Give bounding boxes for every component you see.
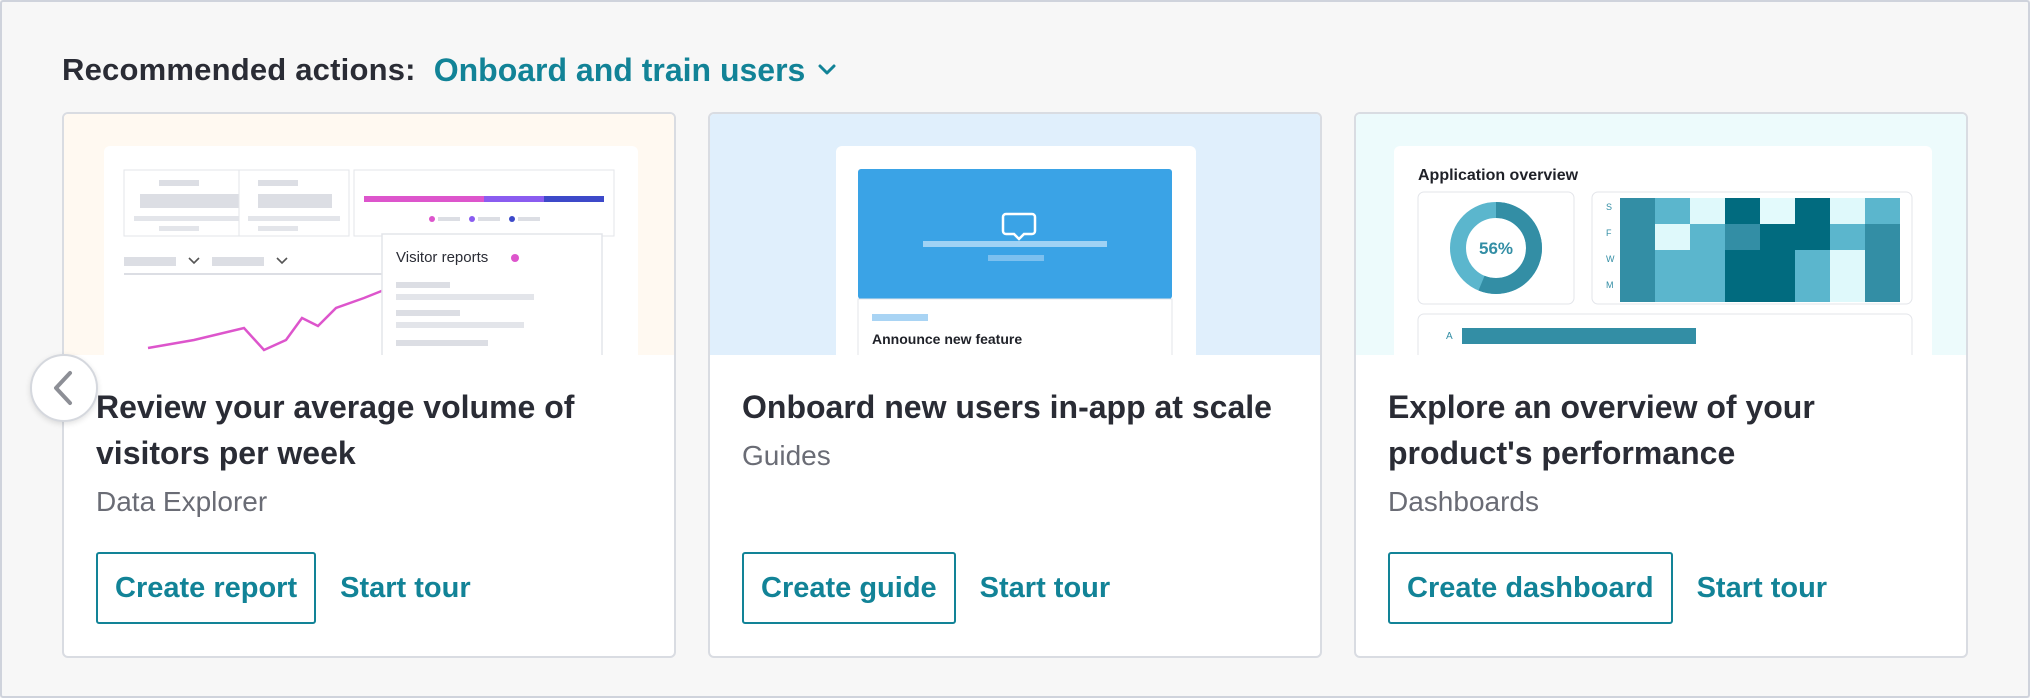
card-title: Onboard new users in-app at scale xyxy=(742,389,1272,425)
category-dropdown-value: Onboard and train users xyxy=(433,51,806,88)
create-dashboard-button[interactable]: Create dashboard xyxy=(1388,552,1673,624)
svg-text:F: F xyxy=(1606,228,1612,238)
heatmap-cell xyxy=(1795,198,1830,224)
heatmap-cell xyxy=(1655,198,1690,224)
card-subtitle: Data Explorer xyxy=(96,486,268,517)
create-guide-button[interactable]: Create guide xyxy=(742,552,956,624)
heatmap-cell xyxy=(1795,250,1830,276)
heatmap-cell xyxy=(1865,224,1900,250)
svg-text:S: S xyxy=(1606,202,1612,212)
heatmap-cell xyxy=(1690,224,1725,250)
heatmap-cell xyxy=(1725,250,1760,276)
header-title: Recommended actions: xyxy=(62,52,416,87)
heatmap-cell xyxy=(1690,198,1725,224)
heatmap-cell xyxy=(1865,276,1900,302)
heatmap-cell xyxy=(1620,250,1655,276)
card-preview-image: Announce new feature xyxy=(710,114,1320,355)
svg-text:Visitor reports: Visitor reports xyxy=(396,249,488,266)
heatmap-cell xyxy=(1830,250,1865,276)
card-title: Explore an overview of your product's pe… xyxy=(1388,389,1815,471)
card-subtitle: Guides xyxy=(742,440,831,471)
svg-text:56%: 56% xyxy=(1479,239,1513,258)
heatmap-cell xyxy=(1620,198,1655,224)
chevron-down-icon xyxy=(818,64,836,75)
heatmap-cell xyxy=(1830,198,1865,224)
action-card-data-explorer: Visitor reports Review your average volu… xyxy=(62,112,676,658)
heatmap-cell xyxy=(1655,224,1690,250)
heatmap-cell xyxy=(1760,198,1795,224)
card-actions: Create report Start tour xyxy=(96,552,471,624)
start-tour-button[interactable]: Start tour xyxy=(1697,572,1828,605)
heatmap-cell xyxy=(1865,250,1900,276)
heatmap-cell xyxy=(1760,250,1795,276)
heatmap-cell xyxy=(1620,276,1655,302)
heatmap-cell xyxy=(1830,224,1865,250)
card-title: Review your average volume of visitors p… xyxy=(96,389,575,471)
heatmap-cell xyxy=(1830,276,1865,302)
card-actions: Create dashboard Start tour xyxy=(1388,552,1827,624)
heatmap-cell xyxy=(1760,224,1795,250)
svg-text:M: M xyxy=(1606,280,1614,290)
heatmap-cell xyxy=(1795,276,1830,302)
start-tour-button[interactable]: Start tour xyxy=(340,572,471,605)
heatmap-cell xyxy=(1655,250,1690,276)
heatmap-cell xyxy=(1865,198,1900,224)
svg-text:W: W xyxy=(1606,254,1615,264)
card-actions: Create guide Start tour xyxy=(742,552,1110,624)
start-tour-button[interactable]: Start tour xyxy=(980,572,1111,605)
svg-text:A: A xyxy=(1446,331,1453,342)
chevron-left-icon xyxy=(54,371,72,405)
recommended-actions-header: Recommended actions: Onboard and train u… xyxy=(62,48,837,92)
heatmap-cell xyxy=(1690,276,1725,302)
heatmap-cell xyxy=(1760,276,1795,302)
svg-text:Announce new feature: Announce new feature xyxy=(872,331,1022,347)
heatmap-cell xyxy=(1655,276,1690,302)
heatmap-cell xyxy=(1725,276,1760,302)
svg-text:Application overview: Application overview xyxy=(1418,167,1579,184)
action-card-dashboards: Application overview 56% S F W M A Explo… xyxy=(1354,112,1968,658)
heatmap-cell xyxy=(1795,224,1830,250)
heatmap-cell xyxy=(1690,250,1725,276)
card-preview-image: Visitor reports xyxy=(64,114,674,355)
action-card-guides: Announce new feature Onboard new users i… xyxy=(708,112,1322,658)
category-dropdown[interactable]: Onboard and train users xyxy=(434,52,838,89)
carousel-prev-button[interactable] xyxy=(30,354,98,422)
heatmap-grid xyxy=(1620,198,1900,302)
heatmap-cell xyxy=(1725,224,1760,250)
card-preview-image: Application overview 56% S F W M A xyxy=(1356,114,1966,355)
heatmap-cell xyxy=(1620,224,1655,250)
card-subtitle: Dashboards xyxy=(1388,486,1539,517)
heatmap-cell xyxy=(1725,198,1760,224)
create-report-button[interactable]: Create report xyxy=(96,552,317,624)
